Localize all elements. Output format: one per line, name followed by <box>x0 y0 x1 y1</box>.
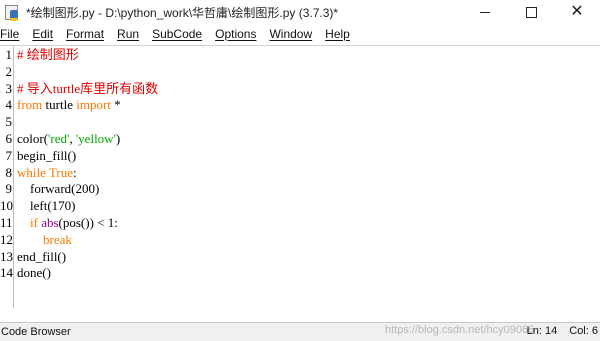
line-number: 14 <box>0 265 13 281</box>
line-number: 12 <box>0 231 13 247</box>
code-token-plain: (pos()) < 1: <box>58 214 118 230</box>
maximize-button[interactable] <box>508 0 554 24</box>
code-token-keyword: from <box>17 97 43 113</box>
code-line: begin_fill() <box>17 148 600 165</box>
code-token-builtin: abs <box>41 214 59 230</box>
line-number: 5 <box>5 114 13 130</box>
code-token-plain: forward(200) <box>17 181 100 197</box>
code-line: forward(200) <box>17 181 600 198</box>
status-bar: Code Browser https://blog.csdn.net/hcy09… <box>0 322 600 341</box>
minimize-button[interactable] <box>462 0 508 24</box>
code-line: break <box>17 232 600 249</box>
code-token-keyword: import <box>76 97 111 113</box>
menu-help[interactable]: Help <box>322 27 353 41</box>
code-token-keyword: True <box>48 164 73 180</box>
code-token-plain: turtle <box>42 97 77 113</box>
menu-format[interactable]: Format <box>63 27 107 41</box>
window-controls: ✕ <box>462 0 600 24</box>
column-indicator: Col: 6 <box>569 325 598 337</box>
code-token-plain: begin_fill() <box>17 147 77 163</box>
cursor-position: Ln: 14 Col: 6 <box>515 325 598 337</box>
line-number: 3 <box>5 80 13 96</box>
code-line: color('red', 'yellow') <box>17 131 600 148</box>
code-token-keyword: while <box>17 164 46 180</box>
menu-subcode[interactable]: SubCode <box>149 27 205 41</box>
code-line: # 导入turtle库里所有函数 <box>17 81 600 98</box>
menu-edit[interactable]: Edit <box>29 27 56 41</box>
code-text-area[interactable]: # 绘制图形 # 导入turtle库里所有函数 from turtle import… <box>17 47 600 282</box>
code-token-plain: : <box>73 164 77 180</box>
python-file-icon <box>4 4 20 21</box>
code-line: # 绘制图形 <box>17 47 600 64</box>
code-token-comment: # 绘制图形 <box>17 47 79 62</box>
menu-window[interactable]: Window <box>266 27 315 41</box>
code-token-string: 'red' <box>48 130 70 146</box>
code-line: left(170) <box>17 198 600 215</box>
line-number: 13 <box>0 248 13 264</box>
line-number: 7 <box>5 147 13 163</box>
line-number: 11 <box>0 214 13 230</box>
code-token-plain: left(170) <box>17 198 76 214</box>
line-number: 1 <box>5 47 13 62</box>
line-number-gutter: 1 2 3 4 5 6 7 8 9 10 11 12 13 14 <box>0 46 14 308</box>
close-button[interactable]: ✕ <box>554 0 600 24</box>
code-token-plain: color( <box>17 130 49 146</box>
code-token-plain: ) <box>115 130 121 146</box>
menu-file[interactable]: File <box>0 27 22 41</box>
code-line: end_fill() <box>17 249 600 266</box>
code-token-plain: end_fill() <box>17 248 67 264</box>
line-number: 2 <box>5 63 13 79</box>
code-token-plain: * <box>110 97 121 113</box>
watermark-text: https://blog.csdn.net/hcy09066 <box>385 324 535 336</box>
code-line: if abs(pos()) < 1: <box>17 215 600 232</box>
line-number: 6 <box>5 130 13 146</box>
code-browser-label[interactable]: Code Browser <box>1 326 71 338</box>
window-title: *绘制图形.py - D:\python_work\华哲庸\绘制图形.py (3… <box>26 5 339 20</box>
line-number: 8 <box>5 164 13 180</box>
line-numbers: 1 2 3 4 5 6 7 8 9 10 11 12 13 14 <box>0 47 13 282</box>
line-indicator: Ln: 14 <box>526 325 558 337</box>
menu-run[interactable]: Run <box>114 27 142 41</box>
minimize-icon <box>480 11 490 13</box>
code-token-comment: # 导入turtle库里所有函数 <box>17 80 159 96</box>
code-token-string: 'yellow' <box>75 130 116 146</box>
menu-bar: File Edit Format Run SubCode Options Win… <box>0 24 600 43</box>
maximize-icon <box>525 6 537 18</box>
code-editor[interactable]: 1 2 3 4 5 6 7 8 9 10 11 12 13 14 # 绘制图形 # 导入turtle库里所有… <box>0 45 600 323</box>
code-line: from turtle import * <box>17 97 600 114</box>
code-token-keyword: if <box>30 214 38 230</box>
code-token-keyword: break <box>43 231 72 247</box>
line-number: 10 <box>0 198 13 214</box>
title-bar: *绘制图形.py - D:\python_work\华哲庸\绘制图形.py (3… <box>0 0 600 24</box>
line-number: 9 <box>5 181 13 197</box>
line-number: 4 <box>5 97 13 113</box>
close-icon: ✕ <box>570 3 584 20</box>
code-token-plain: done() <box>17 265 51 281</box>
menu-options[interactable]: Options <box>212 27 259 41</box>
code-line: done() <box>17 265 600 282</box>
code-line: while True: <box>17 165 600 182</box>
